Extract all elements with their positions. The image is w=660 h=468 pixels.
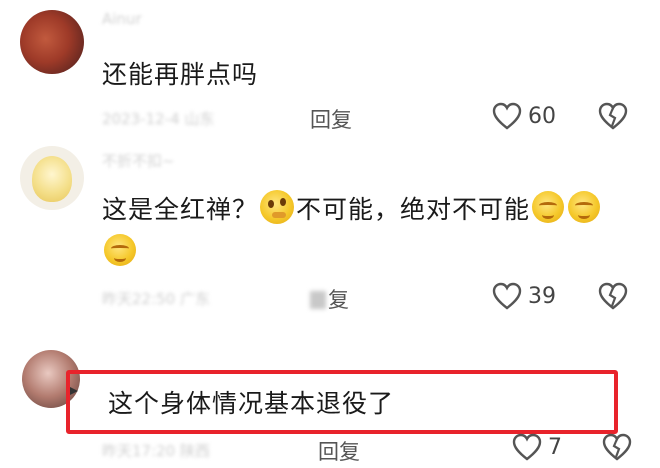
like-count: 60 (528, 103, 556, 129)
avatar[interactable] (20, 146, 84, 210)
thinking-face-emoji (260, 190, 295, 224)
sweating-face-emoji (532, 191, 565, 223)
reply-button[interactable]: 回复 (318, 436, 360, 466)
comment-author[interactable]: Ainur (102, 10, 142, 28)
like-button[interactable]: 39 (492, 282, 556, 310)
emoji-line (102, 234, 138, 266)
comment-meta: 昨天17:20 陕西 (102, 442, 210, 460)
comment-meta: 昨天22:50 广东 (102, 290, 210, 308)
comment-author[interactable]: 不折不扣~ (102, 150, 175, 171)
broken-heart-icon[interactable] (598, 282, 628, 310)
heart-outline-icon (492, 102, 522, 130)
blurred-glyph (310, 291, 326, 309)
comment-meta: 2023-12-4 山东 (102, 110, 215, 128)
comment-text: 这是全红禅？ 不可能，绝对不可能 (102, 190, 602, 226)
heart-outline-icon (492, 282, 522, 310)
reply-button[interactable]: 复 (310, 284, 349, 314)
reply-button[interactable]: 回复 (310, 104, 352, 134)
broken-heart-icon[interactable] (598, 102, 628, 130)
sweating-face-emoji (104, 234, 136, 266)
avatar[interactable] (20, 10, 84, 74)
sweating-face-emoji (568, 191, 601, 223)
like-count: 39 (528, 283, 556, 309)
comment-text: 还能再胖点吗 (102, 60, 259, 89)
heart-outline-icon (512, 433, 542, 461)
comment-text-part: 不可能，绝对不可能 (296, 195, 531, 224)
like-button[interactable]: 7 (512, 433, 562, 461)
broken-heart-icon[interactable] (602, 433, 632, 461)
reply-label: 复 (328, 288, 349, 312)
like-button[interactable]: 60 (492, 102, 556, 130)
like-count: 7 (548, 434, 562, 460)
comment-text: 这个身体情况基本退役了 (108, 389, 395, 418)
comment-text-part: 这是全红禅？ (102, 195, 259, 224)
